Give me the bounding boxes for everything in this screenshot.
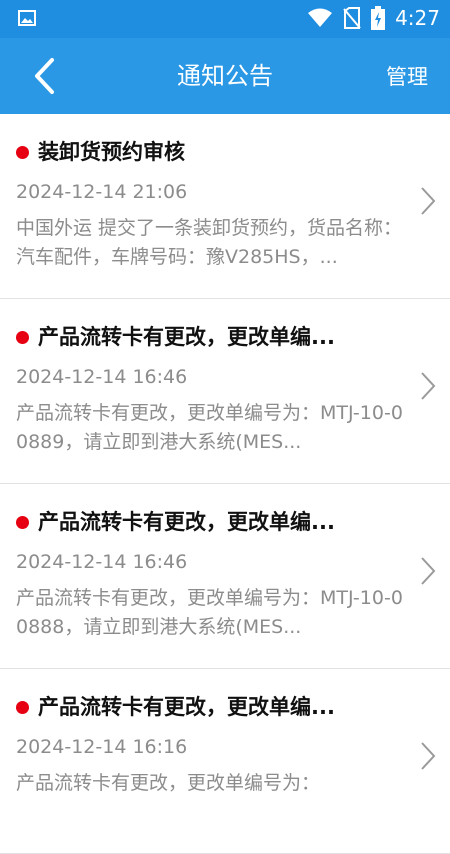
unread-dot <box>16 516 29 529</box>
no-sim-icon <box>343 7 361 29</box>
notice-item[interactable]: 产品流转卡有更改，更改单编... 2024-12-14 16:46 产品流转卡有… <box>0 484 450 669</box>
notice-title: 产品流转卡有更改，更改单编... <box>38 510 335 534</box>
page-title: 通知公告 <box>177 62 273 90</box>
notice-description: 产品流转卡有更改，更改单编号为：MTJ-10-00889，请立即到港大系统(ME… <box>16 402 403 453</box>
unread-dot <box>16 146 29 159</box>
manage-button[interactable]: 管理 <box>386 60 428 94</box>
notice-title: 装卸货预约审核 <box>38 140 185 164</box>
notice-description: 中国外运 提交了一条装卸货预约，货品名称：汽车配件，车牌号码：豫V285HS，.… <box>16 217 403 268</box>
unread-dot <box>16 701 29 714</box>
notice-time: 2024-12-14 21:06 <box>16 181 188 203</box>
notice-time: 2024-12-14 16:46 <box>16 366 188 388</box>
status-icons: 4:27 <box>307 6 440 30</box>
chevron-right-icon <box>421 742 436 770</box>
notice-list: 装卸货预约审核 2024-12-14 21:06 中国外运 提交了一条装卸货预约… <box>0 114 450 854</box>
status-bar: 4:27 <box>0 0 450 38</box>
wifi-icon <box>308 8 333 27</box>
notice-description: 产品流转卡有更改，更改单编号为：MTJ-10-00888，请立即到港大系统(ME… <box>16 587 403 638</box>
notice-time: 2024-12-14 16:16 <box>16 736 188 758</box>
chevron-right-icon <box>421 557 436 585</box>
notice-title: 产品流转卡有更改，更改单编... <box>38 325 335 349</box>
clock: 4:27 <box>395 6 440 30</box>
notice-time: 2024-12-14 16:46 <box>16 551 188 573</box>
notice-description: 产品流转卡有更改，更改单编号为： <box>16 772 321 794</box>
chevron-right-icon <box>421 372 436 400</box>
notice-item[interactable]: 产品流转卡有更改，更改单编... 2024-12-14 16:16 产品流转卡有… <box>0 669 450 854</box>
notice-item[interactable]: 产品流转卡有更改，更改单编... 2024-12-14 16:46 产品流转卡有… <box>0 299 450 484</box>
notice-title: 产品流转卡有更改，更改单编... <box>38 695 335 719</box>
unread-dot <box>16 331 29 344</box>
notice-item[interactable]: 装卸货预约审核 2024-12-14 21:06 中国外运 提交了一条装卸货预约… <box>0 114 450 299</box>
app-bar: 通知公告 管理 <box>0 38 450 114</box>
battery-charging-icon <box>371 6 386 30</box>
chevron-right-icon <box>421 187 436 215</box>
image-notification-icon <box>18 10 36 26</box>
